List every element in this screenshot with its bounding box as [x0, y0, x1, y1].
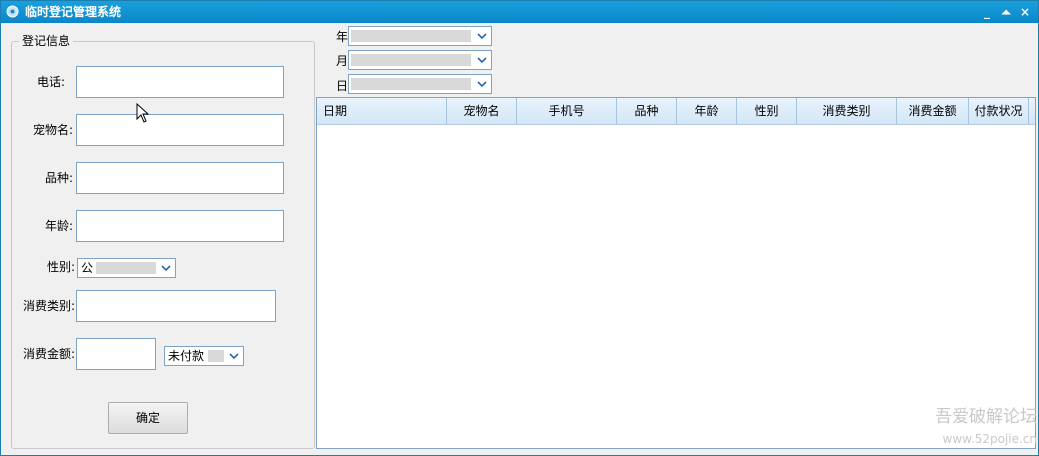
chevron-down-icon[interactable]	[475, 77, 489, 91]
month-label: 月	[336, 54, 349, 68]
gender-value: 公	[81, 261, 94, 275]
chevron-down-icon[interactable]	[159, 261, 173, 275]
window-title: 临时登记管理系统	[25, 5, 122, 19]
column-category[interactable]: 消费类别	[797, 98, 897, 124]
column-age[interactable]: 年龄	[677, 98, 737, 124]
watermark-line1: 吾爱破解论坛	[935, 407, 1037, 427]
registration-group	[11, 41, 315, 449]
column-gender[interactable]: 性别	[737, 98, 797, 124]
category-input[interactable]	[76, 290, 276, 322]
breed-label: 品种:	[44, 171, 73, 185]
watermark-line2: www.52pojie.cn	[942, 432, 1037, 446]
column-amount[interactable]: 消费金额	[897, 98, 969, 124]
pet-name-label: 宠物名:	[32, 123, 73, 137]
watermark: 吾爱破解论坛 www.52pojie.cn	[919, 407, 1037, 447]
phone-label: 电话:	[36, 75, 65, 89]
records-table[interactable]: 日期 宠物名 手机号 品种 年龄 性别 消费类别 消费金额 付款状况	[316, 97, 1036, 449]
age-label: 年龄:	[44, 219, 73, 233]
day-label: 日	[336, 79, 349, 93]
column-pet-name[interactable]: 宠物名	[447, 98, 517, 124]
app-window: 临时登记管理系统 _ ⏶ × 登记信息 电话: 宠物名: 品种: 年龄: 性别:…	[0, 0, 1039, 456]
year-label: 年	[336, 30, 349, 44]
gender-label: 性别:	[46, 260, 75, 274]
registration-group-title: 登记信息	[19, 33, 74, 49]
day-select[interactable]	[348, 74, 492, 94]
amount-label: 消费金额:	[22, 347, 75, 361]
title-bar[interactable]: 临时登记管理系统 _ ⏶ ×	[1, 1, 1038, 23]
column-breed[interactable]: 品种	[617, 98, 677, 124]
year-select[interactable]	[348, 26, 492, 46]
gender-select[interactable]: 公	[77, 258, 176, 278]
chevron-down-icon[interactable]	[475, 53, 489, 67]
mouse-cursor-icon	[136, 103, 150, 123]
payment-status-highlight	[208, 350, 224, 362]
app-icon	[6, 5, 19, 18]
column-payment-status[interactable]: 付款状况	[969, 98, 1029, 124]
day-value-highlight	[351, 78, 471, 90]
minimize-button[interactable]: _	[979, 4, 995, 20]
maximize-button[interactable]: ⏶	[998, 4, 1014, 20]
confirm-button[interactable]: 确定	[108, 402, 188, 434]
table-header: 日期 宠物名 手机号 品种 年龄 性别 消费类别 消费金额 付款状况	[317, 98, 1035, 125]
year-value-highlight	[351, 30, 471, 42]
month-value-highlight	[351, 54, 471, 66]
age-input[interactable]	[76, 210, 284, 242]
column-phone[interactable]: 手机号	[517, 98, 617, 124]
payment-status-select[interactable]: 未付款	[164, 346, 244, 366]
breed-input[interactable]	[76, 162, 284, 194]
pet-name-input[interactable]	[76, 114, 284, 146]
category-label: 消费类别:	[22, 299, 75, 313]
chevron-down-icon[interactable]	[227, 349, 241, 363]
gender-value-highlight	[96, 262, 156, 274]
month-select[interactable]	[348, 50, 492, 70]
column-date[interactable]: 日期	[317, 98, 447, 124]
close-button[interactable]: ×	[1017, 4, 1033, 20]
amount-input[interactable]	[76, 338, 156, 370]
payment-status-value: 未付款	[168, 349, 205, 363]
chevron-down-icon[interactable]	[475, 29, 489, 43]
phone-input[interactable]	[76, 66, 284, 98]
